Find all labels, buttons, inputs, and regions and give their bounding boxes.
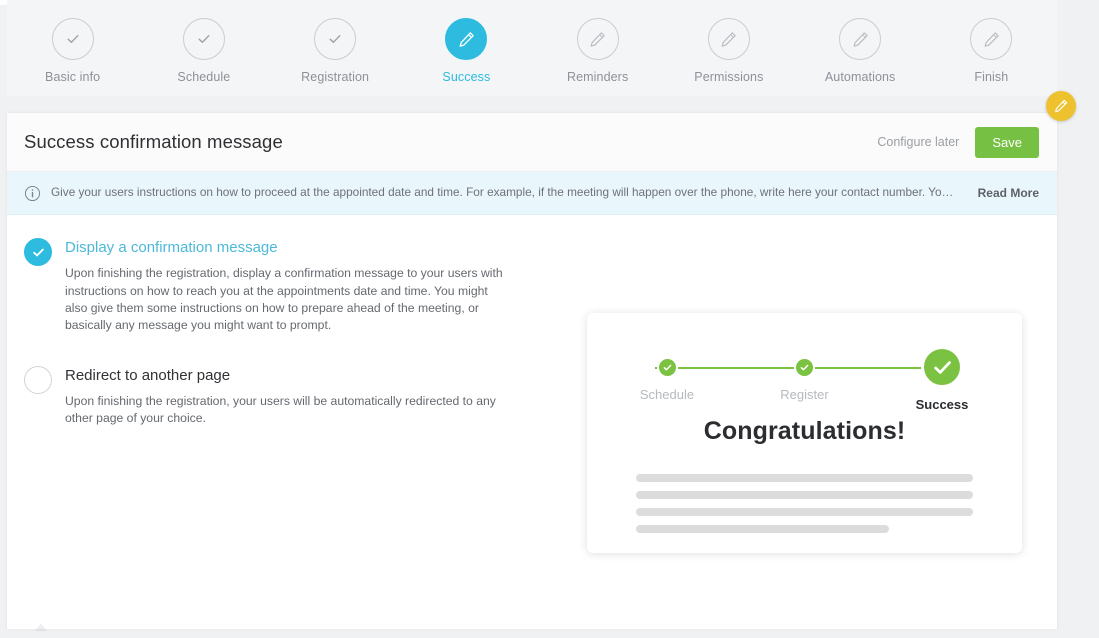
pencil-icon bbox=[721, 31, 737, 47]
step-circle bbox=[314, 18, 357, 60]
check-icon bbox=[32, 248, 44, 256]
step-circle bbox=[839, 18, 882, 60]
wizard-step-label: Schedule bbox=[177, 70, 231, 84]
option-title[interactable]: Redirect to another page bbox=[65, 367, 513, 384]
configure-later-link[interactable]: Configure later bbox=[877, 135, 959, 149]
wizard-step-schedule[interactable]: Schedule bbox=[138, 18, 269, 84]
pencil-icon bbox=[1055, 99, 1068, 113]
option-text: Redirect to another page Upon finishing … bbox=[65, 365, 513, 428]
preview-step-label: Success bbox=[915, 397, 969, 412]
preview-column: Schedule Register Success Congratulation… bbox=[567, 237, 1057, 628]
step-circle bbox=[445, 18, 488, 60]
step-circle bbox=[970, 18, 1013, 60]
edit-fab-button[interactable] bbox=[1046, 91, 1076, 121]
preview-step-success: Success bbox=[897, 345, 987, 412]
option-display-confirmation-message[interactable]: Display a confirmation message Upon fini… bbox=[24, 237, 567, 335]
step-circle bbox=[707, 18, 750, 60]
preview-stepper-steps: Schedule Register Success bbox=[622, 345, 987, 412]
preview-congratulations-heading: Congratulations! bbox=[703, 417, 906, 445]
page-title: Success confirmation message bbox=[24, 131, 283, 152]
wizard-step-label: Registration bbox=[301, 70, 370, 84]
preview-step-schedule: Schedule bbox=[622, 345, 712, 402]
info-icon bbox=[24, 185, 41, 202]
info-banner-text: Give your users instructions on how to p… bbox=[51, 185, 954, 200]
wizard-step-label: Basic info bbox=[45, 70, 101, 84]
preview-step-register: Register bbox=[760, 345, 850, 402]
wizard-step-label: Automations bbox=[824, 70, 896, 84]
option-text: Display a confirmation message Upon fini… bbox=[65, 237, 513, 335]
preview-step-dot bbox=[656, 357, 678, 378]
preview-step-dot bbox=[921, 346, 963, 388]
preview-step-dot bbox=[794, 357, 815, 378]
radio-display-confirmation-message[interactable] bbox=[24, 238, 52, 266]
radio-redirect-to-another-page[interactable] bbox=[24, 365, 52, 394]
save-button[interactable]: Save bbox=[975, 126, 1039, 158]
placeholder-line bbox=[636, 508, 973, 516]
wizard-step-registration[interactable]: Registration bbox=[270, 18, 401, 84]
option-description: Upon finishing the registration, display… bbox=[65, 266, 503, 333]
preview-step-label: Register bbox=[780, 387, 829, 402]
wizard-step-automations[interactable]: Automations bbox=[795, 18, 926, 84]
check-icon bbox=[800, 364, 809, 371]
option-redirect-to-another-page[interactable]: Redirect to another page Upon finishing … bbox=[24, 365, 567, 428]
wizard-step-finish[interactable]: Finish bbox=[926, 18, 1057, 84]
placeholder-line bbox=[636, 474, 973, 482]
pencil-icon bbox=[984, 31, 999, 47]
pencil-icon bbox=[853, 31, 868, 47]
header-actions: Configure later Save bbox=[877, 126, 1039, 158]
read-more-link[interactable]: Read More bbox=[964, 186, 1039, 200]
info-banner: Give your users instructions on how to p… bbox=[7, 172, 1057, 215]
option-title[interactable]: Display a confirmation message bbox=[65, 239, 513, 256]
check-icon bbox=[329, 35, 341, 43]
wizard-step-basic-info[interactable]: Basic info bbox=[7, 18, 138, 84]
check-icon bbox=[67, 35, 79, 43]
pencil-icon bbox=[459, 31, 474, 47]
preview-step-label: Schedule bbox=[639, 387, 695, 402]
preview-placeholder-lines bbox=[622, 474, 987, 533]
wizard-step-label: Success bbox=[442, 70, 491, 84]
preview-mini-stepper: Schedule Register Success bbox=[622, 345, 987, 412]
options-column: Display a confirmation message Upon fini… bbox=[7, 237, 567, 628]
confirmation-preview-card: Schedule Register Success Congratulation… bbox=[587, 313, 1022, 553]
wizard-step-reminders[interactable]: Reminders bbox=[532, 18, 663, 84]
check-icon bbox=[933, 360, 951, 374]
check-icon bbox=[663, 364, 671, 371]
wizard-step-label: Reminders bbox=[566, 70, 629, 84]
main-panel: Success confirmation message Configure l… bbox=[7, 113, 1057, 629]
bottom-left-mark bbox=[33, 620, 49, 632]
placeholder-line bbox=[636, 525, 889, 533]
wizard-step-permissions[interactable]: Permissions bbox=[663, 18, 794, 84]
step-circle bbox=[182, 18, 225, 60]
wizard-step-label: Finish bbox=[974, 70, 1009, 84]
wizard-stepper: Basic info Schedule Registration Success bbox=[7, 0, 1057, 96]
check-icon bbox=[198, 35, 210, 43]
panel-body: Display a confirmation message Upon fini… bbox=[7, 215, 1057, 628]
pencil-icon bbox=[590, 31, 605, 47]
wizard-step-success[interactable]: Success bbox=[401, 18, 532, 84]
panel-header: Success confirmation message Configure l… bbox=[7, 113, 1057, 172]
option-description: Upon finishing the registration, your us… bbox=[65, 393, 496, 426]
step-circle bbox=[576, 18, 619, 60]
placeholder-line bbox=[636, 491, 973, 499]
wizard-step-label: Permissions bbox=[694, 70, 764, 84]
step-circle bbox=[51, 18, 94, 60]
